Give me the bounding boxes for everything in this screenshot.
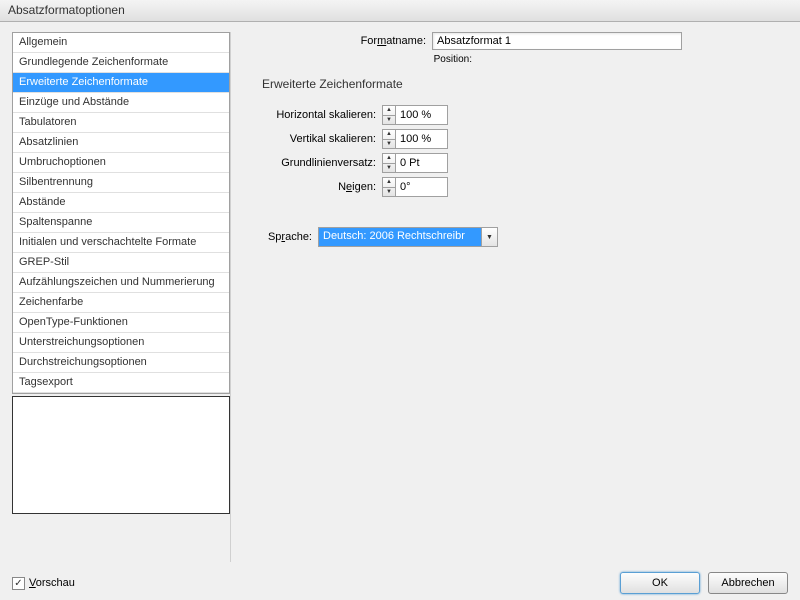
position-label: Position: xyxy=(262,54,478,65)
formatname-label: Formatname: xyxy=(262,35,432,47)
hscale-input[interactable] xyxy=(396,105,448,125)
category-item[interactable]: Tabulatoren xyxy=(13,113,229,133)
category-item[interactable]: Umbruchoptionen xyxy=(13,153,229,173)
preview-checkbox[interactable]: ✓ xyxy=(12,577,25,590)
preview-label: Vorschau xyxy=(29,577,75,589)
chevron-up-icon[interactable]: ▲ xyxy=(383,154,395,164)
skew-row: Neigen: ▲ ▼ xyxy=(262,177,788,197)
position-row: Position: xyxy=(262,54,788,65)
category-item[interactable]: GREP-Stil xyxy=(13,253,229,273)
chevron-down-icon[interactable]: ▼ xyxy=(383,116,395,125)
panel-title: Erweiterte Zeichenformate xyxy=(262,77,788,91)
category-list[interactable]: AllgemeinGrundlegende ZeichenformateErwe… xyxy=(12,32,230,394)
sidebar-scrollbar[interactable] xyxy=(230,32,246,562)
dialog-content: AllgemeinGrundlegende ZeichenformateErwe… xyxy=(0,22,800,562)
category-item[interactable]: Erweiterte Zeichenformate xyxy=(13,73,229,93)
category-item[interactable]: Allgemein xyxy=(13,33,229,53)
skew-input[interactable] xyxy=(396,177,448,197)
category-item[interactable]: Absatzlinien xyxy=(13,133,229,153)
category-item[interactable]: Tagsexport xyxy=(13,373,229,393)
vscale-row: Vertikal skalieren: ▲ ▼ xyxy=(262,129,788,149)
baseline-stepper[interactable]: ▲ ▼ xyxy=(382,153,396,173)
language-row: Sprache: Deutsch: 2006 Rechtschreibr ▼ xyxy=(262,227,788,247)
cancel-button[interactable]: Abbrechen xyxy=(708,572,788,594)
formatname-input[interactable] xyxy=(432,32,682,50)
vscale-stepper[interactable]: ▲ ▼ xyxy=(382,129,396,149)
main-panel: Formatname: Position: Erweiterte Zeichen… xyxy=(246,32,788,562)
hscale-stepper[interactable]: ▲ ▼ xyxy=(382,105,396,125)
dialog-footer: ✓ Vorschau OK Abbrechen xyxy=(0,566,800,600)
language-dropdown[interactable]: Deutsch: 2006 Rechtschreibr ▼ xyxy=(318,227,498,247)
category-item[interactable]: Zeichenfarbe xyxy=(13,293,229,313)
chevron-down-icon[interactable]: ▼ xyxy=(383,188,395,197)
chevron-up-icon[interactable]: ▲ xyxy=(383,106,395,116)
window-title: Absatzformatoptionen xyxy=(8,3,125,17)
vscale-spinner[interactable]: ▲ ▼ xyxy=(382,129,448,149)
chevron-down-icon[interactable]: ▼ xyxy=(383,164,395,173)
category-item[interactable]: Einzüge und Abstände xyxy=(13,93,229,113)
category-item[interactable]: Aufzählungszeichen und Nummerierung xyxy=(13,273,229,293)
hscale-label: Horizontal skalieren: xyxy=(262,109,382,121)
style-preview-box xyxy=(12,396,230,514)
category-item[interactable]: Silbentrennung xyxy=(13,173,229,193)
hscale-row: Horizontal skalieren: ▲ ▼ xyxy=(262,105,788,125)
preview-checkbox-wrap[interactable]: ✓ Vorschau xyxy=(12,577,75,590)
ok-button[interactable]: OK xyxy=(620,572,700,594)
category-item[interactable]: Durchstreichungsoptionen xyxy=(13,353,229,373)
category-item[interactable]: Initialen und verschachtelte Formate xyxy=(13,233,229,253)
language-label: Sprache: xyxy=(262,231,318,243)
category-item[interactable]: OpenType-Funktionen xyxy=(13,313,229,333)
category-item[interactable]: Spaltenspanne xyxy=(13,213,229,233)
window-titlebar: Absatzformatoptionen xyxy=(0,0,800,22)
language-value: Deutsch: 2006 Rechtschreibr xyxy=(318,227,482,247)
chevron-down-icon[interactable]: ▼ xyxy=(383,140,395,149)
baseline-spinner[interactable]: ▲ ▼ xyxy=(382,153,448,173)
category-item[interactable]: Grundlegende Zeichenformate xyxy=(13,53,229,73)
vscale-label: Vertikal skalieren: xyxy=(262,133,382,145)
hscale-spinner[interactable]: ▲ ▼ xyxy=(382,105,448,125)
chevron-up-icon[interactable]: ▲ xyxy=(383,130,395,140)
baseline-input[interactable] xyxy=(396,153,448,173)
category-item[interactable]: Abstände xyxy=(13,193,229,213)
sidebar: AllgemeinGrundlegende ZeichenformateErwe… xyxy=(12,32,230,562)
formatname-row: Formatname: xyxy=(262,32,788,50)
category-item[interactable]: Unterstreichungsoptionen xyxy=(13,333,229,353)
baseline-row: Grundlinienversatz: ▲ ▼ xyxy=(262,153,788,173)
vscale-input[interactable] xyxy=(396,129,448,149)
chevron-down-icon[interactable]: ▼ xyxy=(482,227,498,247)
chevron-up-icon[interactable]: ▲ xyxy=(383,178,395,188)
skew-label: Neigen: xyxy=(262,181,382,193)
skew-stepper[interactable]: ▲ ▼ xyxy=(382,177,396,197)
baseline-label: Grundlinienversatz: xyxy=(262,157,382,169)
skew-spinner[interactable]: ▲ ▼ xyxy=(382,177,448,197)
